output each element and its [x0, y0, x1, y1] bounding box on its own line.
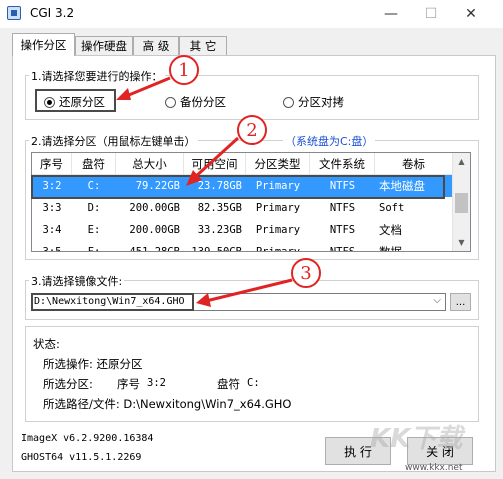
annotation-arrows: [116, 76, 293, 307]
callout-2: 2: [237, 115, 267, 145]
callout-3: 3: [291, 258, 321, 288]
tab-label: 操作分区: [20, 38, 67, 52]
arrow-3-line: [205, 278, 293, 303]
arrow-1-head: [116, 88, 131, 100]
callout-1: 1: [169, 55, 199, 85]
arrow-3-head: [196, 293, 211, 307]
arrow-1-line: [123, 76, 171, 99]
tab-partition-ops[interactable]: 操作分区: [12, 33, 75, 56]
arrow-2-line: [192, 136, 240, 180]
